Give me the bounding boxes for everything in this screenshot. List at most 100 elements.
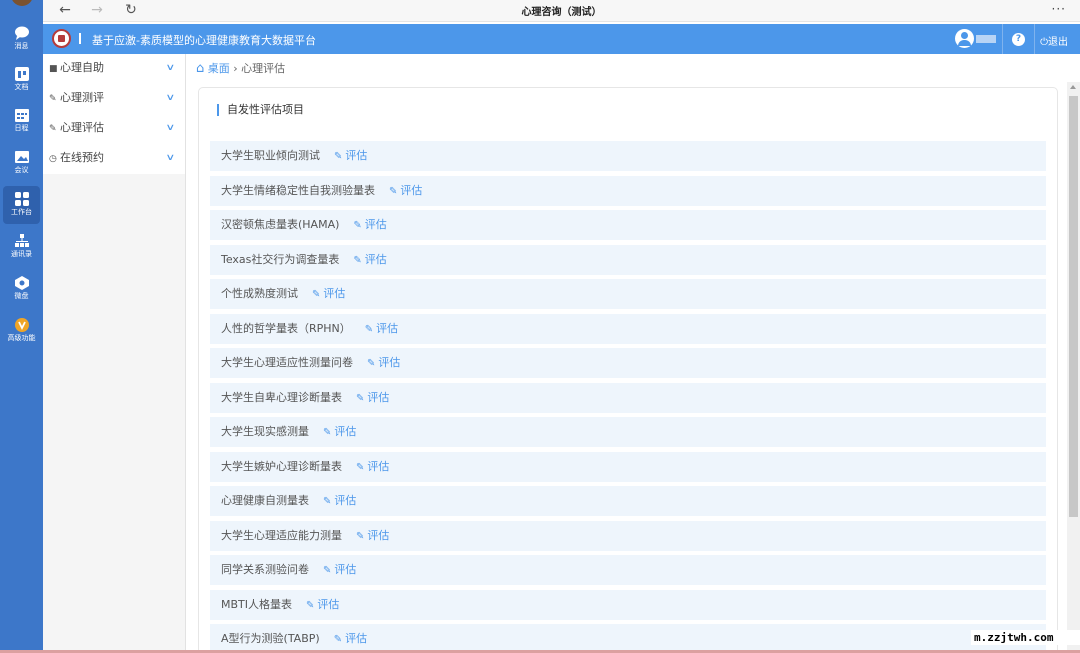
assessment-list: 大学生职业倾向测试 ✎ 评估 大学生情绪稳定性自我测验量表 ✎ 评估 汉密顿焦虑量表(HAM… <box>210 141 1046 653</box>
scrollbar-thumb[interactable] <box>1069 96 1078 517</box>
evaluate-label: 评估 <box>323 287 346 300</box>
chevron-down-icon: ∨ <box>165 63 176 73</box>
evaluate-link[interactable]: ✎ 评估 <box>323 563 356 576</box>
evaluate-label: 评估 <box>378 356 401 369</box>
assessment-name: 同学关系测验问卷 <box>221 563 309 576</box>
logout-button[interactable]: ⏻退出 <box>1040 33 1068 48</box>
list-item: 个性成熟度测试 ✎ 评估 <box>210 279 1046 309</box>
evaluate-link[interactable]: ✎ 评估 <box>353 253 386 266</box>
edit-icon: ✎ <box>323 565 332 576</box>
evaluate-label: 评估 <box>367 459 390 473</box>
edit-icon: ✎ <box>334 151 343 162</box>
evaluate-link[interactable]: ✎ 评估 <box>312 287 345 300</box>
assessment-name: 汉密顿焦虑量表(HAMA) <box>221 218 340 231</box>
calendar-icon <box>14 109 29 122</box>
evaluate-label: 评估 <box>317 597 340 611</box>
edit-icon: ✎ <box>323 427 332 438</box>
org-chart-icon <box>14 234 29 247</box>
breadcrumb: ⌂ 桌面 › 心理评估 <box>196 60 285 76</box>
rail-item-docs[interactable]: 文档 <box>0 61 43 99</box>
help-icon[interactable]: ? <box>1012 33 1025 46</box>
book-icon: ■ <box>49 64 58 74</box>
breadcrumb-separator: › <box>233 62 238 75</box>
edit-icon: ✎ <box>356 530 365 542</box>
edit-icon: ✎ <box>353 220 362 231</box>
assessment-name: 大学生现实感测量 <box>221 425 309 438</box>
edit-icon: ✎ <box>333 634 343 645</box>
rail-item-contacts[interactable]: 通讯录 <box>0 228 43 266</box>
rail-item-disk[interactable]: 微盘 <box>0 270 43 308</box>
user-avatar-icon[interactable] <box>955 29 974 48</box>
evaluate-link[interactable]: ✎ 评估 <box>353 218 386 231</box>
list-item: A型行为测验(TABP) ✎ 评估 <box>210 624 1046 653</box>
sidebar-item-label: 在线预约 <box>60 151 104 164</box>
evaluate-label: 评估 <box>334 563 357 576</box>
user-name-blurred[interactable] <box>976 35 996 43</box>
watermark: m.zzjtwh.com <box>971 630 1080 645</box>
sidebar-item-assessment[interactable]: ✎ 心理测评 ∨ <box>43 84 185 114</box>
assessment-name: Texas社交行为调查量表 <box>221 252 340 266</box>
edit-icon: ✎ <box>312 289 321 300</box>
evaluate-label: 评估 <box>367 528 390 542</box>
chevron-down-icon: ∨ <box>165 93 176 103</box>
edit-icon: ✎ <box>367 358 376 369</box>
rail-item-advanced[interactable]: 高级功能 <box>0 312 43 350</box>
evaluate-link[interactable]: ✎ 评估 <box>323 425 356 438</box>
document-icon <box>14 67 29 81</box>
evaluate-link[interactable]: ✎ 评估 <box>334 632 367 645</box>
home-icon[interactable]: ⌂ <box>196 61 204 76</box>
evaluate-link[interactable]: ✎ 评估 <box>367 356 400 369</box>
rail-label: 日程 <box>14 124 29 132</box>
list-item: 同学关系测验问卷 ✎ 评估 <box>210 555 1046 585</box>
list-item: 大学生心理适应能力测量 ✎ 评估 <box>210 520 1046 551</box>
cloud-disk-icon <box>14 276 29 290</box>
sidebar-item-label: 心理测评 <box>60 91 104 104</box>
evaluate-link[interactable]: ✎ 评估 <box>365 322 398 335</box>
rail-item-schedule[interactable]: 日程 <box>0 102 43 140</box>
header-divider <box>79 33 81 44</box>
rail-item-meeting[interactable]: 会议 <box>0 144 43 182</box>
sidebar-item-self-help[interactable]: ■ 心理自助 ∨ <box>43 54 185 84</box>
list-item: MBTI人格量表 ✎ 评估 <box>210 589 1046 620</box>
assessment-name: 大学生心理适应性测量问卷 <box>221 356 353 369</box>
list-item: 心理健康自测量表 ✎ 评估 <box>210 486 1046 516</box>
evaluate-label: 评估 <box>367 390 390 404</box>
assessment-panel: 自发性评估项目 大学生职业倾向测试 ✎ 评估 大学生情绪稳定性自我测验量表 ✎ 评估 汉密顿… <box>198 87 1058 653</box>
evaluate-link[interactable]: ✎ 评估 <box>389 184 422 197</box>
app-header: 基于应激-素质模型的心理健康教育大数据平台 ? ⏻退出 <box>43 24 1080 54</box>
sidebar-item-evaluation[interactable]: ✎ 心理评估 ∨ <box>43 114 185 144</box>
edit-icon: ✎ <box>356 392 365 404</box>
evaluate-label: 评估 <box>345 149 368 162</box>
list-item: Texas社交行为调查量表 ✎ 评估 <box>210 244 1046 275</box>
scroll-up-arrow-icon[interactable] <box>1070 85 1076 89</box>
sidebar-item-booking[interactable]: ◷ 在线预约 ∨ <box>43 144 185 174</box>
edit-icon: ✎ <box>306 599 315 611</box>
rail-item-workbench[interactable]: 工作台 <box>3 186 40 224</box>
rail-label: 通讯录 <box>11 250 32 258</box>
breadcrumb-home-link[interactable]: 桌面 <box>208 62 230 75</box>
breadcrumb-current: 心理评估 <box>241 62 286 75</box>
edit-icon: ✎ <box>353 254 362 266</box>
rail-item-messages[interactable]: 消息 <box>0 20 43 58</box>
evaluate-link[interactable]: ✎ 评估 <box>306 598 339 611</box>
list-item: 大学生现实感测量 ✎ 评估 <box>210 417 1046 447</box>
assessment-name: 大学生职业倾向测试 <box>221 149 320 162</box>
evaluate-link[interactable]: ✎ 评估 <box>356 460 389 473</box>
evaluate-link[interactable]: ✎ 评估 <box>323 494 356 507</box>
window-titlebar: ← → ↻ 心理咨询（测试） ··· <box>43 0 1080 22</box>
assessment-name: 大学生心理适应能力测量 <box>221 528 342 542</box>
more-menu-icon[interactable]: ··· <box>1052 2 1066 16</box>
list-item: 人性的哲学量表（RPHN） ✎ 评估 <box>210 313 1046 344</box>
evaluate-label: 评估 <box>345 632 368 645</box>
evaluate-link[interactable]: ✎ 评估 <box>334 149 367 162</box>
vertical-scrollbar[interactable] <box>1067 82 1080 653</box>
evaluate-link[interactable]: ✎ 评估 <box>356 529 389 542</box>
evaluate-label: 评估 <box>334 425 357 438</box>
rail-label: 文档 <box>14 83 29 91</box>
user-avatar-top[interactable] <box>11 0 33 6</box>
logout-label: 退出 <box>1048 37 1068 48</box>
assessment-name: 心理健康自测量表 <box>221 494 309 507</box>
list-item: 大学生职业倾向测试 ✎ 评估 <box>210 141 1046 171</box>
evaluate-link[interactable]: ✎ 评估 <box>356 391 389 404</box>
header-separator <box>1034 24 1035 54</box>
